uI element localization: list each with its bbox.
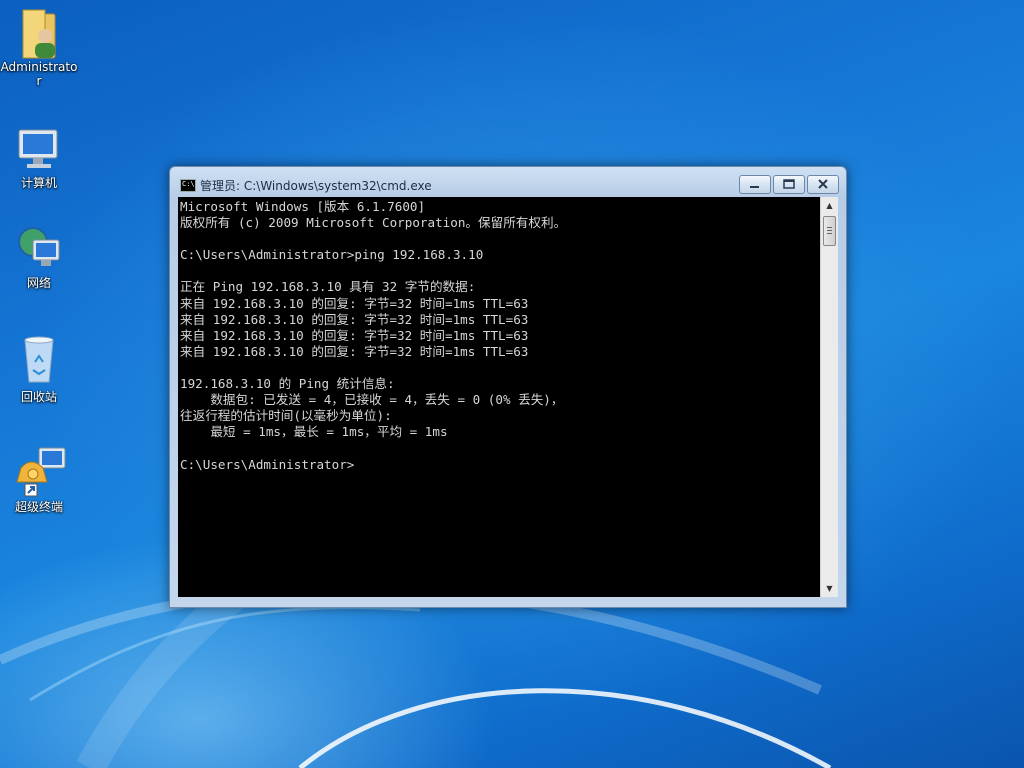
desktop-icon-network[interactable]: 网络 bbox=[0, 224, 78, 290]
console-line: 来自 192.168.3.10 的回复: 字节=32 时间=1ms TTL=63 bbox=[180, 295, 529, 311]
console-line: 数据包: 已发送 = 4，已接收 = 4，丢失 = 0 (0% 丢失)， bbox=[180, 392, 564, 408]
recycle-bin-icon bbox=[15, 334, 63, 383]
console-line: Microsoft Windows [版本 6.1.7600] bbox=[180, 199, 426, 214]
console-line: 来自 192.168.3.10 的回复: 字节=32 时间=1ms TTL=63 bbox=[180, 327, 529, 343]
vertical-scrollbar[interactable]: ▲ ▼ bbox=[820, 197, 838, 597]
maximize-icon bbox=[783, 179, 795, 189]
close-icon bbox=[818, 179, 828, 189]
scroll-down-arrow-icon[interactable]: ▼ bbox=[821, 580, 838, 597]
minimize-button[interactable] bbox=[739, 175, 771, 194]
network-icon bbox=[15, 224, 63, 272]
console-line: 正在 Ping 192.168.3.10 具有 32 字节的数据: bbox=[180, 279, 476, 295]
scrollbar-thumb[interactable] bbox=[823, 216, 836, 246]
console-line: C:\Users\Administrator>ping 192.168.3.10 bbox=[180, 247, 484, 263]
maximize-button[interactable] bbox=[773, 175, 805, 194]
desktop-icon-label: 超级终端 bbox=[14, 500, 63, 514]
desktop-icon-administrator[interactable]: Administrator bbox=[0, 6, 78, 88]
console-output[interactable]: Microsoft Windows [版本 6.1.7600] 版权所有 (c) … bbox=[178, 197, 820, 597]
console-line: C:\Users\Administrator> bbox=[180, 456, 355, 472]
desktop-icon-label: 计算机 bbox=[20, 176, 57, 190]
cmd-window[interactable]: C:\ 管理员: C:\Windows\system32\cmd.exe Mic… bbox=[169, 166, 847, 608]
desktop-icon-label: 网络 bbox=[26, 276, 51, 290]
desktop-icon-label: 回收站 bbox=[20, 390, 57, 404]
window-title: 管理员: C:\Windows\system32\cmd.exe bbox=[200, 179, 432, 193]
desktop-icon-recycle-bin[interactable]: 回收站 bbox=[0, 334, 78, 404]
scroll-up-arrow-icon[interactable]: ▲ bbox=[821, 197, 838, 214]
user-folder-icon bbox=[15, 6, 63, 59]
cmd-icon: C:\ bbox=[180, 179, 196, 192]
console-line: 来自 192.168.3.10 的回复: 字节=32 时间=1ms TTL=63 bbox=[180, 311, 529, 327]
console-text: Microsoft Windows [版本 6.1.7600] 版权所有 (c) … bbox=[180, 199, 566, 473]
console-line: 版权所有 (c) 2009 Microsoft Corporation。保留所有… bbox=[180, 215, 567, 231]
desktop-icon-computer[interactable]: 计算机 bbox=[0, 124, 78, 190]
desktop-icon-label: Administrator bbox=[0, 60, 78, 88]
close-button[interactable] bbox=[807, 175, 839, 194]
window-titlebar[interactable]: C:\ 管理员: C:\Windows\system32\cmd.exe bbox=[170, 167, 846, 197]
hyperterminal-shortcut-icon bbox=[15, 446, 66, 497]
desktop-icon-hyperterminal[interactable]: 超级终端 bbox=[0, 446, 78, 514]
console-line: 往返行程的估计时间(以毫秒为单位): bbox=[180, 408, 392, 424]
console-line: 来自 192.168.3.10 的回复: 字节=32 时间=1ms TTL=63 bbox=[180, 343, 529, 359]
console-line: 192.168.3.10 的 Ping 统计信息: bbox=[180, 376, 395, 392]
console-line: 最短 = 1ms，最长 = 1ms，平均 = 1ms bbox=[180, 424, 448, 440]
computer-icon bbox=[15, 124, 63, 172]
minimize-icon bbox=[750, 186, 759, 188]
